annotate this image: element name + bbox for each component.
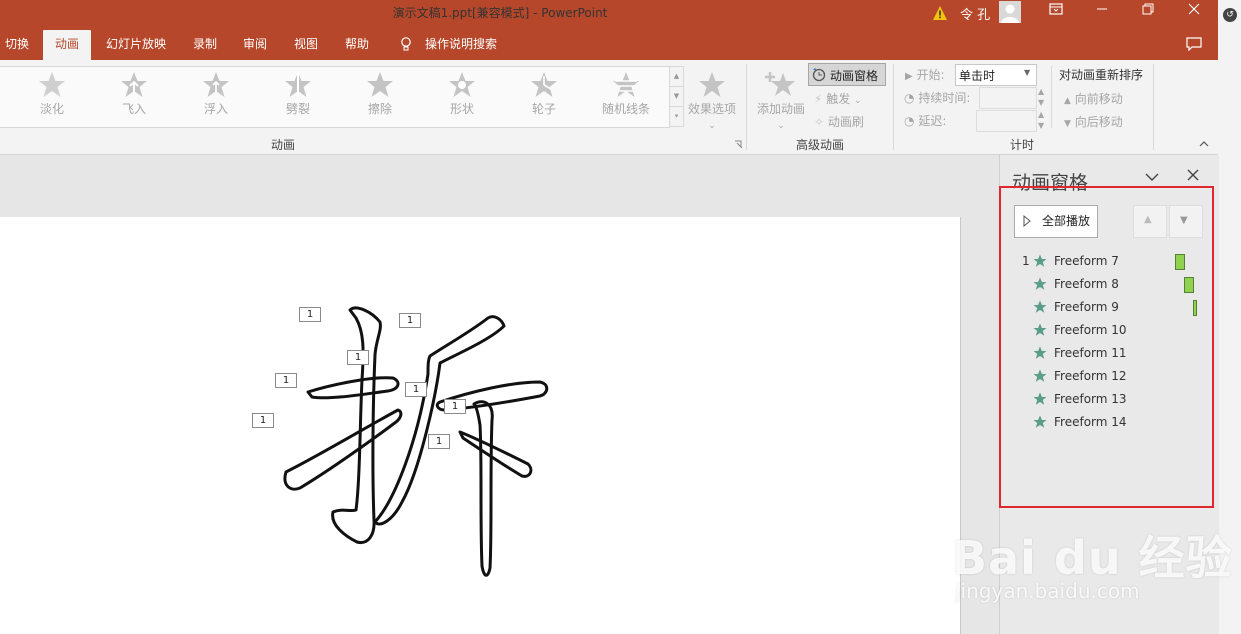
animation-order-tag[interactable]: 1 bbox=[347, 350, 369, 365]
triangle-down-icon: ▼ bbox=[1064, 119, 1071, 129]
extension-icon[interactable]: ↺ bbox=[1223, 8, 1237, 22]
handwritten-character-strokes[interactable] bbox=[0, 0, 998, 634]
animation-order-tag[interactable]: 1 bbox=[428, 434, 450, 449]
group-separator bbox=[1051, 66, 1052, 128]
highlight-box bbox=[999, 186, 1214, 508]
triangle-up-icon: ▲ bbox=[1064, 96, 1071, 106]
collapse-ribbon-icon[interactable] bbox=[1199, 140, 1209, 148]
animation-order-tag[interactable]: 1 bbox=[299, 307, 321, 322]
restore-button[interactable] bbox=[1126, 0, 1170, 26]
animation-order-tag[interactable]: 1 bbox=[275, 373, 297, 388]
animation-order-tag[interactable]: 1 bbox=[252, 413, 274, 428]
animation-order-tag[interactable]: 1 bbox=[405, 382, 427, 397]
freeform-stroke[interactable] bbox=[283, 408, 403, 491]
comment-icon[interactable] bbox=[1186, 37, 1202, 51]
move-earlier-button[interactable]: ▲ 向前移动 bbox=[1064, 90, 1123, 107]
reorder-title: 对动画重新排序 bbox=[1059, 68, 1144, 82]
group-separator bbox=[1153, 64, 1154, 150]
move-later-button[interactable]: ▼ 向后移动 bbox=[1064, 113, 1123, 130]
minimize-button[interactable] bbox=[1080, 0, 1124, 26]
ribbon-display-icon bbox=[1049, 3, 1063, 15]
freeform-stroke[interactable] bbox=[458, 430, 533, 478]
move-earlier-label: 向前移动 bbox=[1074, 92, 1123, 106]
ribbon-display-options-button[interactable] bbox=[1034, 0, 1078, 26]
freeform-stroke[interactable] bbox=[306, 376, 400, 400]
avatar[interactable] bbox=[999, 1, 1021, 23]
minimize-icon bbox=[1097, 8, 1107, 10]
animation-order-tag[interactable]: 1 bbox=[399, 313, 421, 328]
close-icon[interactable] bbox=[1186, 168, 1200, 182]
close-button[interactable] bbox=[1172, 0, 1216, 26]
watermark-url: jingyan.baidu.com bbox=[955, 579, 1140, 603]
chevron-down-icon[interactable] bbox=[1144, 170, 1160, 184]
group-label-timing: 计时 bbox=[1009, 138, 1034, 152]
person-icon bbox=[1001, 4, 1019, 23]
animation-order-tag[interactable]: 1 bbox=[444, 399, 466, 414]
freeform-stroke[interactable] bbox=[472, 400, 494, 577]
restore-icon bbox=[1142, 3, 1154, 15]
freeform-stroke[interactable] bbox=[373, 315, 506, 526]
delay-spinner[interactable]: ▲ ▼ bbox=[1038, 109, 1044, 131]
move-later-label: 向后移动 bbox=[1074, 115, 1123, 129]
chevron-down-icon: ▼ bbox=[1024, 68, 1031, 77]
duration-spinner[interactable]: ▲ ▼ bbox=[1038, 86, 1044, 108]
close-icon bbox=[1188, 3, 1200, 15]
